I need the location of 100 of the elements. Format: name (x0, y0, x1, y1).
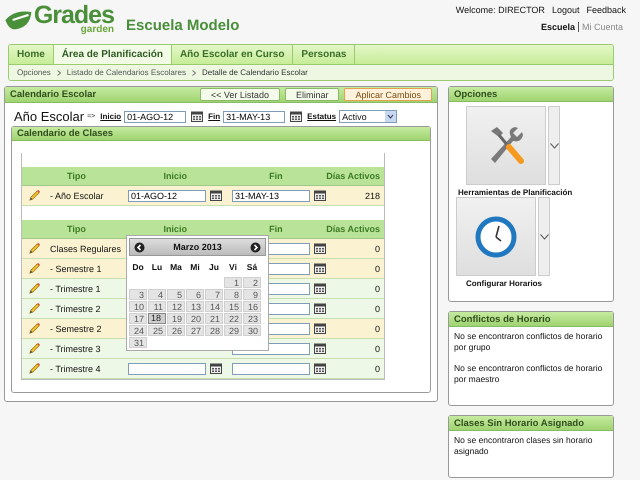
message-text: No se encontraron conflictos de horario por maestro (454, 363, 604, 386)
table-cell: - Trimestre 4 (50, 364, 101, 374)
day-cell[interactable]: 13 (186, 301, 204, 312)
table-cell: - Trimestre 1 (50, 284, 101, 294)
day-cell[interactable]: 1 (224, 277, 242, 288)
pencil-icon[interactable] (28, 362, 41, 375)
calendar-icon[interactable] (314, 363, 326, 374)
breadcrumb-link[interactable]: Opciones (17, 68, 51, 77)
day-cell[interactable]: 14 (205, 301, 223, 312)
option-tile[interactable] (466, 106, 546, 185)
day-cell[interactable]: 27 (186, 325, 204, 336)
calendar-icon[interactable] (191, 111, 204, 122)
table-cell: - Semestre 2 (50, 324, 102, 334)
calendar-icon[interactable] (314, 283, 326, 294)
calendar-icon[interactable] (210, 363, 222, 374)
pencil-icon[interactable] (28, 242, 41, 255)
date-field[interactable]: 31-MAY-13 (232, 190, 310, 202)
day-cell[interactable]: 19 (167, 313, 185, 324)
day-cell[interactable]: 25 (148, 325, 166, 336)
field-label: Inicio (100, 112, 122, 121)
pencil-icon[interactable] (28, 302, 41, 315)
table-cell: 0 (374, 284, 380, 294)
status-dropdown[interactable]: Activo (339, 110, 398, 123)
context-link[interactable]: Escuela (538, 22, 579, 32)
pencil-icon[interactable] (28, 189, 41, 202)
calendar-icon[interactable] (314, 190, 326, 201)
day-cell[interactable]: 7 (205, 289, 223, 300)
action-button[interactable]: Aplicar Cambios (344, 88, 432, 101)
day-cell[interactable]: 4 (148, 289, 166, 300)
day-cell[interactable]: 26 (167, 325, 185, 336)
day-cell[interactable]: 29 (224, 325, 242, 336)
breadcrumb-link[interactable]: Listado de Calendarios Escolares (66, 68, 186, 77)
pencil-icon[interactable] (28, 322, 41, 335)
calendar-icon[interactable] (314, 303, 326, 314)
table-cell: 0 (374, 324, 380, 334)
date-field[interactable] (128, 362, 206, 374)
previous-icon[interactable] (134, 242, 145, 252)
breadcrumb-link[interactable]: Detalle de Calendario Escolar (202, 68, 308, 77)
pencil-icon[interactable] (28, 282, 41, 295)
day-cell[interactable]: 21 (205, 313, 223, 324)
table-cell: 0 (374, 364, 380, 374)
day-cell[interactable]: 30 (243, 325, 261, 336)
day-cell[interactable]: 6 (186, 289, 204, 300)
day-cell[interactable]: 12 (167, 301, 185, 312)
day-cell[interactable]: 8 (224, 289, 242, 300)
pencil-icon[interactable] (28, 262, 41, 275)
day-cell[interactable]: 24 (129, 325, 147, 336)
context-link[interactable]: Mi Cuenta (578, 22, 626, 32)
date-field[interactable]: 01-AGO-12 (128, 190, 206, 202)
day-cell[interactable]: 11 (148, 301, 166, 312)
header-link[interactable]: Feedback (586, 5, 626, 15)
calendar-icon[interactable] (290, 111, 302, 122)
day-cell[interactable]: 28 (205, 325, 223, 336)
day-cell[interactable]: 5 (167, 289, 185, 300)
date-field[interactable] (232, 362, 310, 374)
day-cell[interactable]: 16 (243, 301, 261, 312)
chevron-down-icon (550, 142, 558, 148)
weekday-label: Ju (208, 262, 220, 274)
day-cell[interactable]: 17 (129, 313, 147, 324)
next-icon[interactable] (250, 242, 261, 252)
chevron-icon (56, 70, 61, 76)
day-cell[interactable]: 23 (243, 313, 261, 324)
calendar-icon[interactable] (314, 323, 326, 334)
calendar-icon[interactable] (314, 243, 326, 254)
header-link[interactable]: Logout (552, 5, 580, 15)
nav-tab[interactable]: Personas (293, 45, 356, 64)
table-cell: - Trimestre 2 (50, 304, 101, 314)
weekday-label: Lu (150, 262, 164, 274)
day-cell[interactable]: 3 (129, 289, 147, 300)
action-button[interactable]: << Ver Listado (200, 88, 280, 101)
table-cell: 0 (374, 304, 380, 314)
calendar-icon[interactable] (314, 343, 326, 354)
day-cell[interactable]: 20 (186, 313, 204, 324)
day-cell[interactable]: 10 (129, 301, 147, 312)
weekday-label: Mi (189, 262, 201, 274)
weekday-label: Do (131, 262, 145, 274)
option-tile[interactable] (456, 197, 536, 276)
calendar-icon[interactable] (314, 263, 326, 274)
day-cell[interactable]: 31 (129, 337, 147, 348)
pencil-icon[interactable] (28, 342, 41, 355)
date-field[interactable]: 31-MAY-13 (223, 110, 286, 122)
nav-tab[interactable]: Año Escolar en Curso (172, 45, 294, 64)
nav-tab[interactable]: Área de Planificación (54, 45, 172, 64)
weekday-label: Ma (169, 262, 183, 274)
calendar-icon[interactable] (210, 190, 222, 201)
table-cell: 0 (374, 344, 380, 354)
chevron-down-icon (540, 234, 548, 240)
day-cell[interactable]: 22 (224, 313, 242, 324)
field-label: Estatus (307, 112, 336, 121)
day-cell[interactable]: 2 (243, 277, 261, 288)
panel-title: Conflictos de Horario (454, 314, 551, 324)
day-cell[interactable]: 18 (148, 313, 166, 324)
column-header: Inicio (162, 224, 188, 234)
date-field[interactable]: 01-AGO-12 (124, 110, 186, 122)
action-button[interactable]: Eliminar (284, 88, 340, 101)
weekday-label: Vi (228, 262, 238, 274)
day-cell[interactable]: 9 (243, 289, 261, 300)
option-label[interactable]: Configurar Horarios (466, 279, 613, 288)
day-cell[interactable]: 15 (224, 301, 242, 312)
option-label[interactable]: Herramientas de Planificación (458, 188, 613, 197)
